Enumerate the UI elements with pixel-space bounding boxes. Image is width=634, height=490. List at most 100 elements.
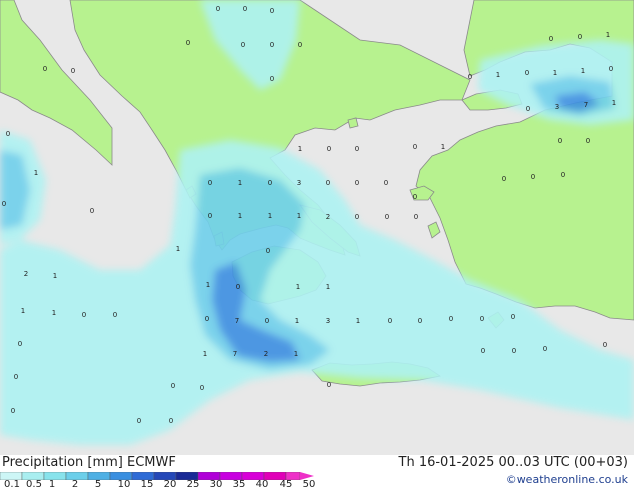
- point-value-78: 1: [203, 350, 207, 358]
- point-value-68: 1: [295, 317, 299, 325]
- point-value-28: 0: [355, 145, 359, 153]
- point-value-85: 0: [14, 373, 18, 381]
- point-value-6: 0: [298, 41, 302, 49]
- valid-time: Th 16-01-2025 00..03 UTC (00+03): [398, 455, 629, 470]
- point-value-43: 0: [90, 207, 94, 215]
- point-value-1: 0: [243, 5, 247, 13]
- point-value-91: 0: [169, 417, 173, 425]
- point-value-27: 0: [327, 145, 331, 153]
- point-value-79: 7: [233, 350, 237, 358]
- point-value-11: 0: [578, 33, 582, 41]
- point-value-15: 0: [525, 69, 529, 77]
- point-value-84: 0: [543, 345, 547, 353]
- point-value-71: 0: [388, 317, 392, 325]
- point-value-31: 1: [34, 169, 38, 177]
- legend-tick-12: 45: [279, 479, 293, 490]
- point-value-54: 0: [266, 247, 270, 255]
- point-value-55: 2: [24, 270, 28, 278]
- point-value-48: 1: [297, 212, 301, 220]
- point-value-74: 0: [480, 315, 484, 323]
- point-value-60: 1: [326, 283, 330, 291]
- legend-tick-4: 5: [94, 479, 102, 490]
- point-value-62: 1: [52, 309, 56, 317]
- point-value-52: 0: [414, 213, 418, 221]
- point-value-47: 1: [268, 212, 272, 220]
- point-value-10: 0: [549, 35, 553, 43]
- point-value-64: 0: [113, 311, 117, 319]
- precipitation-map-view: 0000000000001010110037100010001100103000…: [0, 0, 634, 490]
- point-value-37: 0: [326, 179, 330, 187]
- point-value-72: 0: [418, 317, 422, 325]
- point-value-32: 0: [561, 171, 565, 179]
- point-value-39: 0: [384, 179, 388, 187]
- legend-tick-9: 30: [209, 479, 223, 490]
- point-value-59: 1: [296, 283, 300, 291]
- legend-tick-1: 0.5: [26, 479, 42, 490]
- precip-title: Precipitation [mm]: [2, 455, 123, 470]
- legend-tick-6: 15: [140, 479, 154, 490]
- point-value-89: 0: [11, 407, 15, 415]
- point-value-30: 1: [441, 143, 445, 151]
- point-value-66: 7: [235, 317, 239, 325]
- point-value-23: 0: [6, 130, 10, 138]
- point-value-2: 0: [270, 7, 274, 15]
- point-value-80: 2: [264, 350, 268, 358]
- point-value-75: 0: [511, 313, 515, 321]
- point-value-8: 0: [71, 67, 75, 75]
- legend-tick-8: 25: [186, 479, 200, 490]
- point-value-24: 0: [558, 137, 562, 145]
- point-value-63: 0: [82, 311, 86, 319]
- point-value-36: 3: [297, 179, 301, 187]
- point-value-17: 1: [581, 67, 585, 75]
- point-value-42: 0: [2, 200, 6, 208]
- point-value-34: 1: [238, 179, 242, 187]
- point-value-0: 0: [216, 5, 220, 13]
- point-value-46: 1: [238, 212, 242, 220]
- legend-tick-7: 20: [163, 479, 177, 490]
- point-value-88: 0: [327, 381, 331, 389]
- point-value-29: 0: [413, 143, 417, 151]
- legend-tick-11: 40: [255, 479, 269, 490]
- point-value-19: 0: [526, 105, 530, 113]
- point-value-70: 1: [356, 317, 360, 325]
- legend-tick-3: 2: [71, 479, 79, 490]
- point-value-53: 1: [176, 245, 180, 253]
- land-thasos: [347, 117, 359, 129]
- legend-tick-10: 35: [232, 479, 246, 490]
- map-canvas: 0 0 0 0 0 0 0 0 0 0 0 0 1 0 1 0 1 1 0 0 3 7 1 0 0 0 1 0 0 0 1 1 0 0 1 0 3 0 0 0…: [0, 0, 634, 455]
- point-value-86: 0: [171, 382, 175, 390]
- point-value-56: 1: [53, 272, 57, 280]
- point-value-69: 3: [326, 317, 330, 325]
- point-value-87: 0: [200, 384, 204, 392]
- point-value-33: 0: [208, 179, 212, 187]
- point-value-73: 0: [449, 315, 453, 323]
- point-value-81: 1: [294, 350, 298, 358]
- credit-link[interactable]: ©weatheronline.co.uk: [506, 473, 628, 486]
- point-value-12: 1: [606, 31, 610, 39]
- point-value-58: 0: [236, 283, 240, 291]
- point-value-35: 0: [268, 179, 272, 187]
- legend-tick-13: 50: [302, 479, 316, 490]
- point-value-26: 1: [298, 145, 302, 153]
- point-value-45: 0: [208, 212, 212, 220]
- point-value-44: 0: [413, 193, 417, 201]
- point-value-61: 1: [21, 307, 25, 315]
- point-value-90: 0: [137, 417, 141, 425]
- point-value-51: 0: [385, 213, 389, 221]
- point-value-18: 0: [609, 65, 613, 73]
- point-value-5: 0: [270, 41, 274, 49]
- point-value-38: 0: [355, 179, 359, 187]
- point-value-16: 1: [553, 69, 557, 77]
- point-value-49: 2: [326, 213, 330, 221]
- legend-tick-5: 10: [117, 479, 131, 490]
- point-value-57: 1: [206, 281, 210, 289]
- point-value-41: 0: [531, 173, 535, 181]
- point-value-77: 0: [603, 341, 607, 349]
- point-value-9: 0: [270, 75, 274, 83]
- point-value-13: 0: [468, 73, 472, 81]
- point-value-83: 0: [512, 347, 516, 355]
- point-value-14: 1: [496, 71, 500, 79]
- point-value-50: 0: [355, 213, 359, 221]
- point-value-40: 0: [502, 175, 506, 183]
- point-value-76: 0: [18, 340, 22, 348]
